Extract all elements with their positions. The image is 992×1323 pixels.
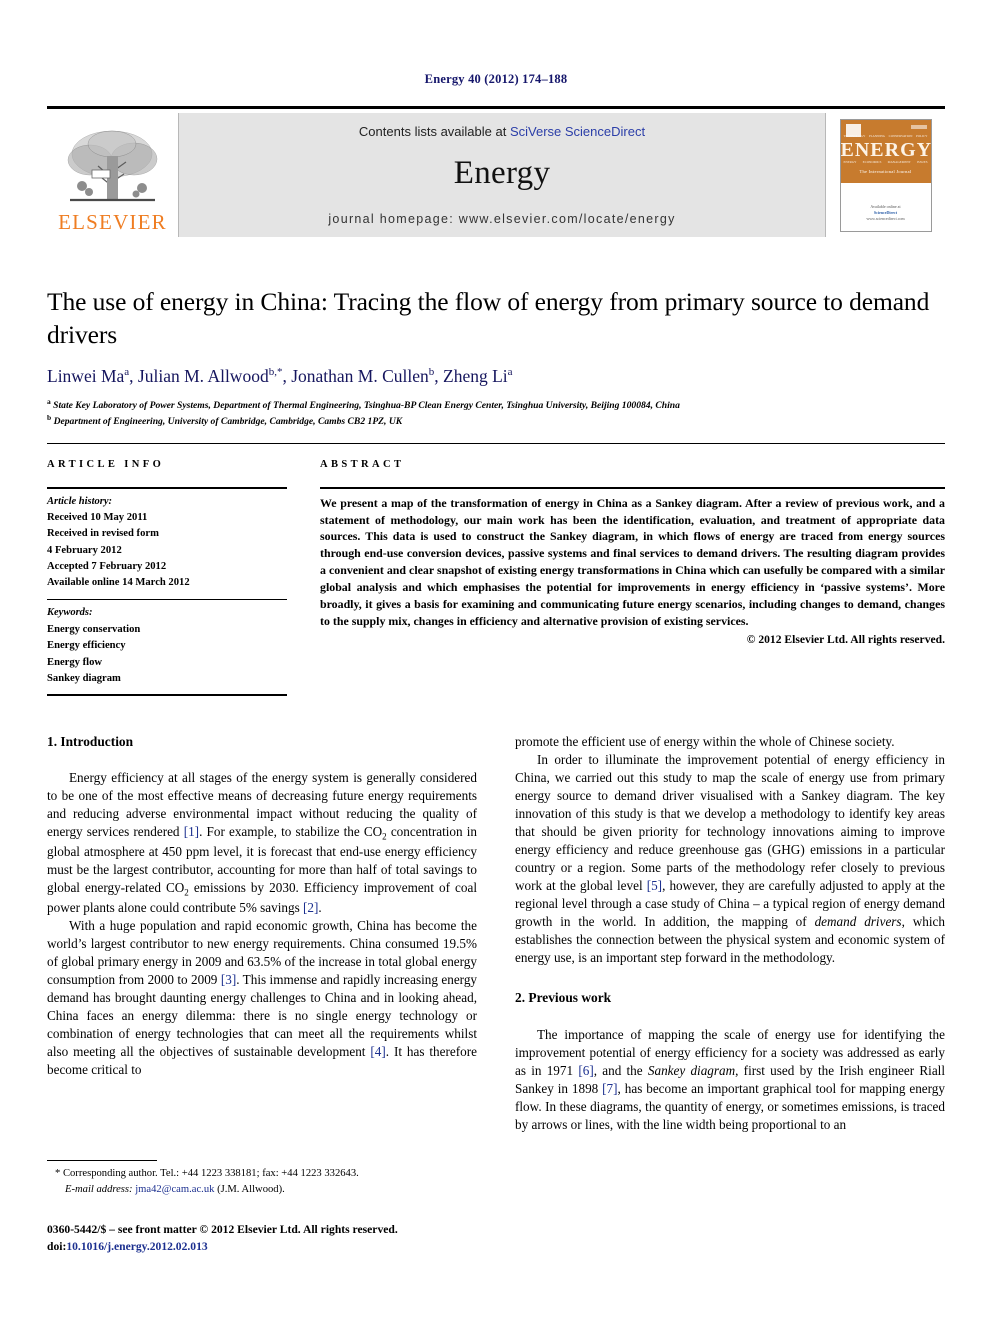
cover-bottom-labels: ENERGY ECONOMICS MANAGEMENT ISSUES (844, 160, 928, 164)
section-heading-previous-work: 2. Previous work (515, 990, 612, 1006)
journal-cover-thumbnail: TECHNOLOGY PLANNING CONSERVATION POLICY … (826, 113, 945, 237)
elsevier-tree-icon (62, 126, 163, 211)
article-history-label: Article history: (47, 495, 113, 507)
band-divider (47, 443, 945, 444)
author-list: Linwei Maa, Julian M. Allwoodb,*, Jonath… (47, 366, 513, 387)
article-history-block: Article history: Received 10 May 2011 Re… (47, 489, 287, 599)
paragraph: promote the efficient use of energy with… (515, 734, 895, 749)
cover-label: CONSERVATION (888, 133, 913, 138)
email-note[interactable]: E-mail address: jma42@cam.ac.uk (J.M. Al… (47, 1182, 477, 1198)
sciencedirect-link[interactable]: SciVerse ScienceDirect (510, 124, 645, 139)
abstract-divider (320, 487, 945, 489)
article-info-column: Article history: Received 10 May 2011 Re… (47, 487, 287, 696)
affiliations: a State Key Laboratory of Power Systems,… (47, 397, 945, 429)
affiliation-b-text: Department of Engineering, University of… (53, 416, 403, 428)
contents-available-line: Contents lists available at SciVerse Sci… (359, 124, 645, 139)
cover-label: PLANNING (868, 133, 886, 138)
journal-title: Energy (453, 155, 551, 191)
history-item: 4 February 2012 (47, 544, 122, 556)
abstract-copyright: © 2012 Elsevier Ltd. All rights reserved… (746, 632, 945, 646)
cover-label: TECHNOLOGY (843, 133, 866, 138)
section-heading-introduction: 1. Introduction (47, 734, 134, 749)
cover-label: ECONOMICS (862, 159, 882, 164)
body-column-right: promote the efficient use of energy with… (515, 733, 945, 1134)
affiliation-a-text: State Key Laboratory of Power Systems, D… (53, 400, 680, 412)
elsevier-logo: ELSEVIER (47, 113, 178, 237)
abstract-text: We present a map of the transformation o… (320, 495, 945, 628)
paragraph: The importance of mapping the scale of e… (515, 1026, 946, 1132)
issn-copyright-line: 0360-5442/$ – see front matter © 2012 El… (47, 1223, 398, 1236)
cover-label: ENERGY (843, 159, 857, 164)
footnotes: * Corresponding author. Tel.: +44 1223 3… (47, 1166, 477, 1198)
cover-label: ISSUES (916, 159, 928, 164)
paragraph: In order to illuminate the improvement p… (515, 752, 945, 966)
paragraph: With a huge population and rapid economi… (47, 918, 478, 1078)
title-block: The use of energy in China: Tracing the … (47, 286, 945, 429)
affiliation-b: b Department of Engineering, University … (47, 413, 403, 428)
cover-top-labels: TECHNOLOGY PLANNING CONSERVATION POLICY (844, 134, 928, 138)
info-divider-bottom (47, 694, 287, 696)
keyword-item: Energy conservation (47, 623, 141, 635)
history-item: Received 10 May 2011 (47, 511, 148, 523)
keywords-label: Keywords: (47, 607, 93, 619)
paragraph: Energy efficiency at all stages of the e… (47, 770, 477, 916)
elsevier-wordmark: ELSEVIER (58, 210, 167, 234)
cover-label: MANAGEMENT (887, 159, 911, 164)
running-head: Energy 40 (2012) 174–188 (424, 72, 568, 86)
affiliation-a: a State Key Laboratory of Power Systems,… (47, 397, 680, 412)
cover-subtitle: The International Journal (859, 168, 912, 174)
masthead-center: Contents lists available at SciVerse Sci… (178, 113, 826, 237)
keyword-item: Energy efficiency (47, 640, 126, 652)
history-item: Accepted 7 February 2012 (47, 561, 167, 573)
abstract-heading: ABSTRACT (320, 459, 405, 470)
keywords-block: Keywords: Energy conservation Energy eff… (47, 600, 287, 694)
cover-issue-label (910, 124, 927, 129)
doi-line: doi:10.1016/j.energy.2012.02.013 (47, 1239, 487, 1256)
cover-title: ENERGY (840, 138, 932, 161)
contents-prefix: Contents lists available at (358, 124, 510, 139)
body-column-left: 1. Introduction Energy efficiency at all… (47, 733, 477, 1079)
page-title: The use of energy in China: Tracing the … (47, 287, 930, 349)
doi-prefix: doi: (47, 1239, 67, 1253)
abstract-column: We present a map of the transformation o… (320, 487, 945, 646)
imprint-block: 0360-5442/$ – see front matter © 2012 El… (47, 1222, 487, 1256)
doi-link[interactable]: 10.1016/j.energy.2012.02.013 (66, 1240, 207, 1253)
corresponding-author-note: * Corresponding author. Tel.: +44 1223 3… (55, 1168, 359, 1179)
cover-footer: Available online at ScienceDirect www.sc… (841, 204, 931, 222)
keyword-item: Sankey diagram (47, 672, 121, 684)
journal-masthead: ELSEVIER Contents lists available at Sci… (47, 106, 945, 237)
footnote-divider (47, 1160, 157, 1161)
journal-homepage-link[interactable]: journal homepage: www.elsevier.com/locat… (328, 212, 675, 226)
cover-footer-url: www.sciencedirect.com (866, 215, 905, 221)
keyword-item: Energy flow (47, 656, 103, 668)
history-item: Received in revised form (47, 528, 159, 540)
paper-page: Energy 40 (2012) 174–188 ELSEVIER Conten… (0, 0, 992, 1323)
cover-label: POLICY (915, 133, 928, 138)
history-item: Available online 14 March 2012 (47, 577, 190, 589)
article-info-heading: ARTICLE INFO (47, 459, 165, 470)
